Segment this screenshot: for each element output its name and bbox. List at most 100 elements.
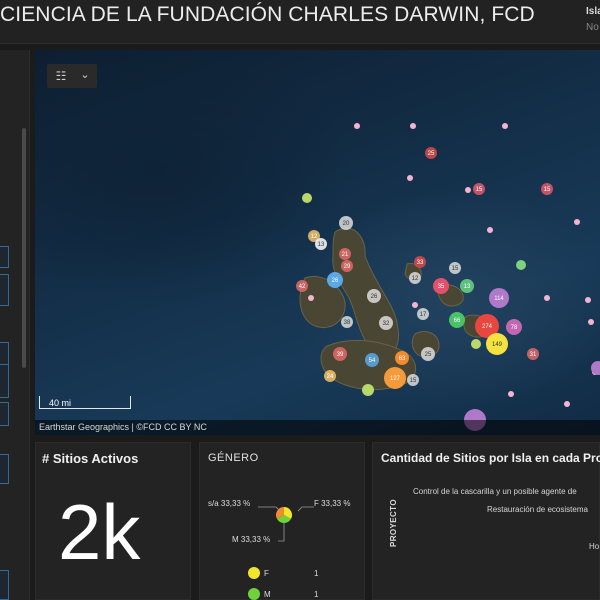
legend-dot-m [248,588,260,600]
filter-control[interactable] [0,274,9,306]
svg-text:12: 12 [311,234,318,240]
scale-label: 40 mi [49,398,72,408]
cluster-marker[interactable]: 21 [339,248,351,260]
cluster-marker[interactable]: 25 [421,347,435,361]
cluster-marker[interactable]: 54 [365,353,379,367]
svg-text:17: 17 [420,312,427,318]
legend-dot-f [248,567,260,579]
map-canvas[interactable]: 25 15 15 20 12 13 21 29 26 42 26 38 32 3… [35,50,600,435]
svg-text:26: 26 [371,294,378,300]
island-selector-label[interactable]: Isla [586,6,600,17]
cluster-marker[interactable]: 35 [433,278,449,294]
map-attribution: Earthstar Geographics | ©FCD CC BY NC [35,420,600,435]
cluster-marker[interactable]: 24 [324,370,336,382]
svg-text:66: 66 [454,318,461,324]
svg-text:39: 39 [337,352,344,358]
filter-control[interactable] [0,246,9,268]
svg-text:42: 42 [299,284,306,290]
legend-count-f: 1 [314,569,319,578]
active-sites-title: # Sitios Activos [42,451,139,466]
svg-text:15: 15 [410,378,417,384]
cluster-marker[interactable]: 17 [417,308,429,320]
svg-text:274: 274 [482,324,493,330]
cluster-marker[interactable]: 13 [460,279,474,293]
island-selector-value[interactable]: No [586,22,599,33]
legend-label-m: M [264,590,271,599]
legend-label-f: F [264,569,269,578]
cluster-marker[interactable]: 15 [541,183,553,195]
cluster-marker[interactable]: 26 [367,289,381,303]
project-row-label[interactable]: Ho [589,542,599,551]
svg-text:21: 21 [342,252,349,258]
cluster-marker[interactable] [516,260,526,270]
pie-label-f: F 33,33 % [314,499,351,508]
gender-panel: GÉNERO s/a 33,33 % F 33,33 % M 33,33 % F… [199,442,365,600]
svg-text:25: 25 [425,352,432,358]
cluster-marker[interactable]: 42 [296,280,308,292]
svg-text:25: 25 [428,151,435,157]
svg-text:63: 63 [399,356,406,362]
pie-label-m: M 33,33 % [232,535,271,544]
svg-text:13: 13 [318,242,325,248]
cluster-marker[interactable] [471,339,481,349]
cluster-marker[interactable]: 39 [333,347,347,361]
active-sites-value: 2k [58,488,141,576]
filter-control[interactable] [0,570,9,600]
cluster-marker[interactable]: 149 [486,333,508,355]
cluster-marker[interactable] [302,193,312,203]
gender-pie-chart[interactable] [200,483,366,563]
header-bar: CIENCIA DE LA FUNDACIÓN CHARLES DARWIN, … [0,0,600,44]
cluster-marker[interactable]: 127 [384,367,406,389]
cluster-marker[interactable]: 66 [449,312,465,328]
cluster-marker[interactable]: 25 [425,147,437,159]
filter-control[interactable] [0,454,9,484]
map-layer-toolbar[interactable]: ☷ ⌄ [47,64,97,88]
sites-by-project-panel: Cantidad de Sitios por Isla en cada Pro … [372,442,600,600]
cluster-marker[interactable]: 15 [407,374,419,386]
project-axis-label: PROYECTO [389,499,398,547]
filter-control[interactable] [0,364,9,398]
active-sites-panel: # Sitios Activos 2k [35,442,191,600]
cluster-marker[interactable]: 13 [315,238,327,250]
cluster-marker[interactable] [362,384,374,396]
svg-text:15: 15 [452,266,459,272]
svg-text:149: 149 [492,342,503,348]
cluster-marker[interactable]: 63 [395,351,409,365]
gender-title: GÉNERO [208,452,259,464]
page-title: CIENCIA DE LA FUNDACIÓN CHARLES DARWIN, … [0,3,535,26]
cluster-marker[interactable]: 12 [409,272,421,284]
project-row-label[interactable]: Restauración de ecosistema [487,505,588,514]
legend-count-m: 1 [314,590,319,599]
pie-label-s-a: s/a 33,33 % [208,499,251,508]
cluster-marker[interactable]: 31 [527,348,539,360]
cluster-marker[interactable]: 15 [449,262,461,274]
cluster-marker[interactable]: 15 [473,183,485,195]
cluster-marker[interactable]: 29 [341,260,353,272]
svg-text:26: 26 [332,278,339,284]
map-view[interactable]: 25 15 15 20 12 13 21 29 26 42 26 38 32 3… [35,50,600,435]
cluster-marker[interactable]: 26 [327,272,343,288]
svg-text:15: 15 [544,187,551,193]
cluster-marker[interactable]: 20 [339,216,353,230]
svg-text:15: 15 [476,187,483,193]
svg-text:35: 35 [438,284,445,290]
cluster-marker[interactable]: 114 [489,288,509,308]
svg-text:24: 24 [327,374,334,380]
svg-text:33: 33 [417,260,424,266]
cluster-marker[interactable]: 38 [341,316,353,328]
svg-text:78: 78 [511,325,518,331]
svg-text:114: 114 [494,296,504,302]
filter-control[interactable] [0,402,9,426]
chevron-down-icon[interactable]: ⌄ [77,68,93,82]
svg-text:32: 32 [383,321,390,327]
cluster-marker[interactable]: 78 [506,319,522,335]
svg-text:20: 20 [343,221,350,227]
sidebar-scrollbar[interactable] [22,128,26,368]
cluster-marker[interactable]: 33 [414,256,426,268]
sites-by-project-title: Cantidad de Sitios por Isla en cada Pro [381,451,600,465]
filter-sidebar [0,50,30,600]
project-row-label[interactable]: Control de la cascarilla y un posible ag… [413,487,577,496]
svg-text:31: 31 [530,352,537,358]
layers-icon[interactable]: ☷ [53,69,69,83]
cluster-marker[interactable]: 32 [379,316,393,330]
